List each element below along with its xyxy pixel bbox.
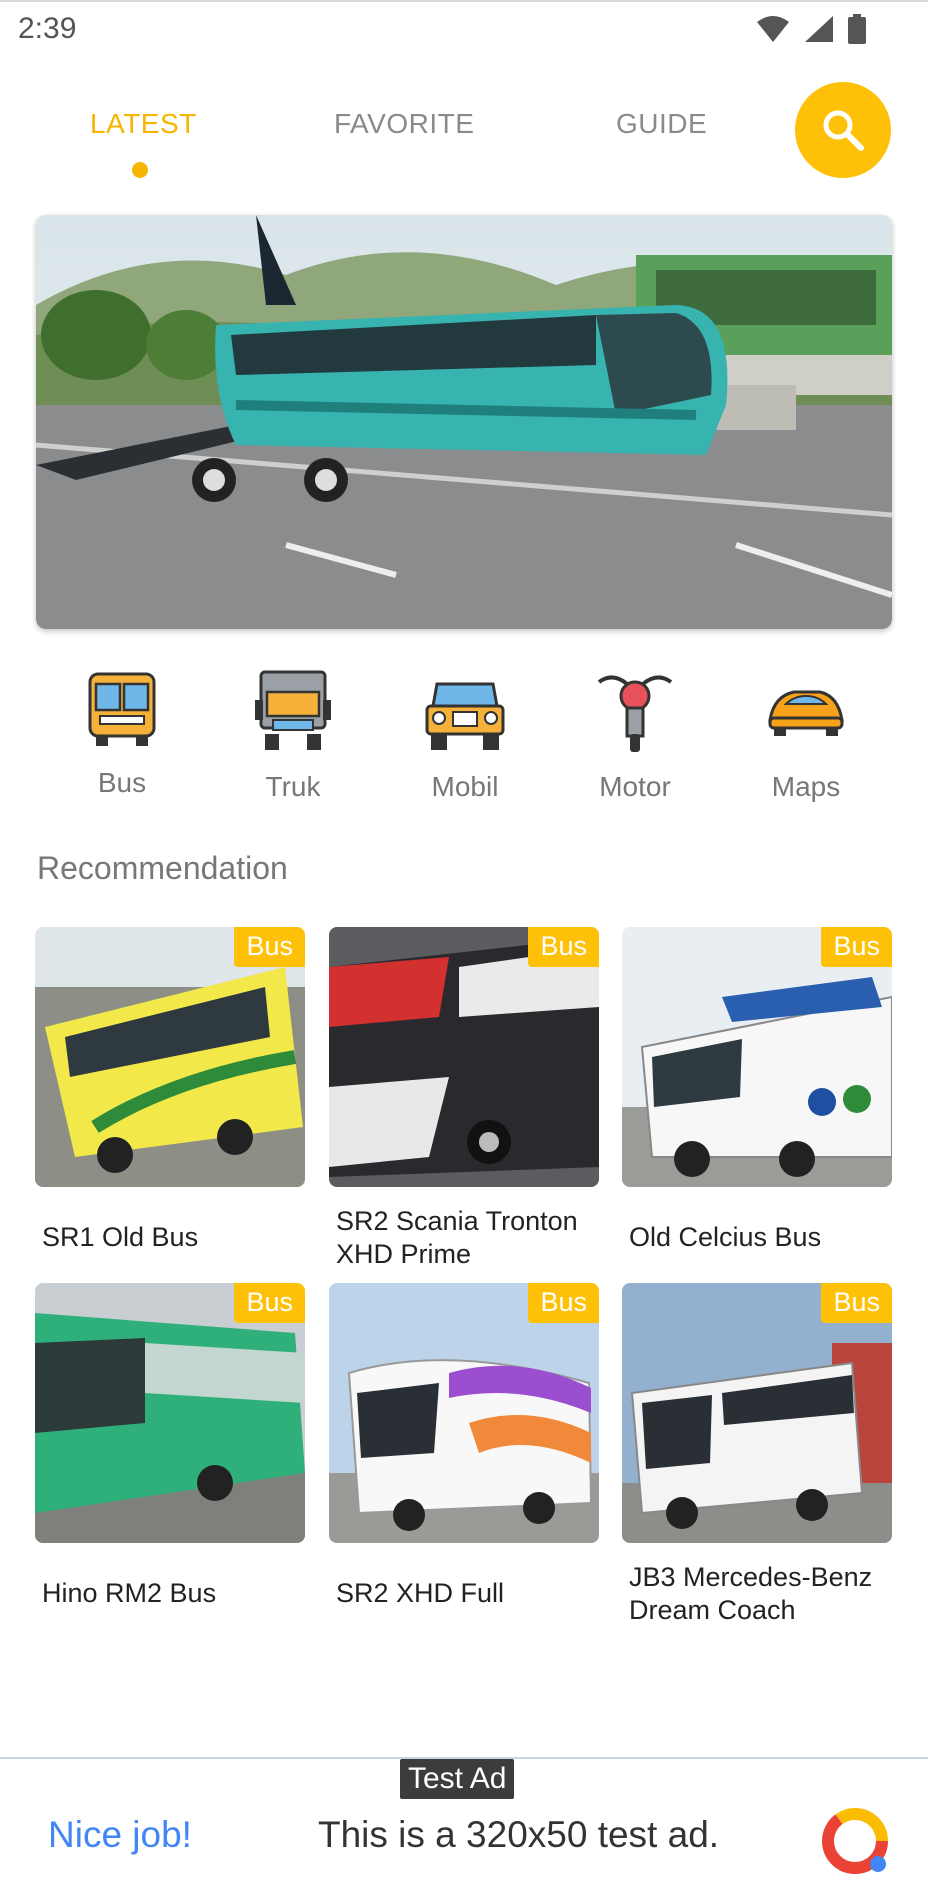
ad-message-text: This is a 320x50 test ad. xyxy=(318,1814,720,1855)
recommendation-card[interactable]: Bus JB3 Mercedes-Benz Dream Coach xyxy=(622,1283,892,1625)
category-label: Bus xyxy=(97,767,147,798)
ad-nice-job-text: Nice job! xyxy=(48,1814,192,1855)
card-thumbnail: Bus xyxy=(622,1283,892,1543)
status-time: 2:39 xyxy=(18,12,77,45)
category-motor[interactable]: Motor xyxy=(565,670,705,803)
category-bus[interactable]: Bus xyxy=(52,670,192,799)
card-thumbnail: Bus xyxy=(35,927,305,1187)
recommendation-card[interactable]: Bus SR2 XHD Full xyxy=(329,1283,599,1608)
card-thumbnail: Bus xyxy=(35,1283,305,1543)
featured-banner[interactable] xyxy=(36,215,892,629)
tab-latest[interactable]: LATEST xyxy=(90,108,197,140)
wifi-icon xyxy=(757,16,789,42)
search-button[interactable] xyxy=(795,82,891,178)
sports-car-icon xyxy=(768,690,844,736)
jeep-icon xyxy=(425,682,505,750)
category-label: Truk xyxy=(265,771,321,802)
category-label: Motor xyxy=(599,771,671,802)
tab-favorite[interactable]: FAVORITE xyxy=(334,108,474,140)
category-label: Maps xyxy=(771,771,841,802)
recommendation-card[interactable]: Bus SR2 Scania Tronton XHD Prime xyxy=(329,927,599,1269)
card-title: JB3 Mercedes-Benz xyxy=(629,1562,873,1592)
status-icons xyxy=(756,14,866,44)
section-title-recommendation: Recommendation xyxy=(37,850,288,886)
card-title: Old Celcius Bus xyxy=(629,1222,822,1252)
bus-icon xyxy=(88,672,156,746)
signal-icon xyxy=(805,16,833,42)
battery-icon xyxy=(848,14,866,44)
category-badge: Bus xyxy=(234,927,305,967)
category-maps[interactable]: Maps xyxy=(736,670,876,803)
category-row: Bus Truk Mobil Motor Maps xyxy=(0,670,928,820)
card-title: XHD Prime xyxy=(336,1239,472,1269)
tab-guide[interactable]: GUIDE xyxy=(616,108,707,140)
recommendation-card[interactable]: Bus Old Celcius Bus xyxy=(622,927,892,1252)
card-title: SR2 Scania Tronton xyxy=(336,1206,578,1236)
category-badge: Bus xyxy=(528,927,599,967)
card-title: Hino RM2 Bus xyxy=(42,1578,217,1608)
truck-icon xyxy=(255,670,331,750)
category-badge: Bus xyxy=(821,1283,892,1323)
test-ad-label: Test Ad xyxy=(400,1759,515,1799)
category-badge: Bus xyxy=(234,1283,305,1323)
top-tabs: LATEST FAVORITE GUIDE xyxy=(0,90,928,190)
category-badge: Bus xyxy=(528,1283,599,1323)
recommendation-card[interactable]: Bus SR1 Old Bus xyxy=(35,927,305,1252)
recommendation-card[interactable]: Bus Hino RM2 Bus xyxy=(35,1283,305,1608)
motorcycle-icon xyxy=(597,675,673,752)
card-title: Dream Coach xyxy=(629,1595,796,1625)
ad-banner[interactable]: Test Ad Nice job! This is a 320x50 test … xyxy=(0,1757,928,1899)
category-mobil[interactable]: Mobil xyxy=(395,670,535,803)
ad-logo-icon xyxy=(822,1808,888,1874)
search-icon xyxy=(823,110,864,151)
card-thumbnail: Bus xyxy=(329,927,599,1187)
card-title: SR2 XHD Full xyxy=(336,1578,505,1608)
category-badge: Bus xyxy=(821,927,892,967)
banner-bus-image xyxy=(36,215,892,629)
card-title: SR1 Old Bus xyxy=(42,1222,199,1252)
active-tab-indicator xyxy=(132,162,148,178)
category-truk[interactable]: Truk xyxy=(223,670,363,803)
status-bar: 2:39 xyxy=(0,0,928,58)
category-label: Mobil xyxy=(431,771,499,802)
card-thumbnail: Bus xyxy=(622,927,892,1187)
card-thumbnail: Bus xyxy=(329,1283,599,1543)
